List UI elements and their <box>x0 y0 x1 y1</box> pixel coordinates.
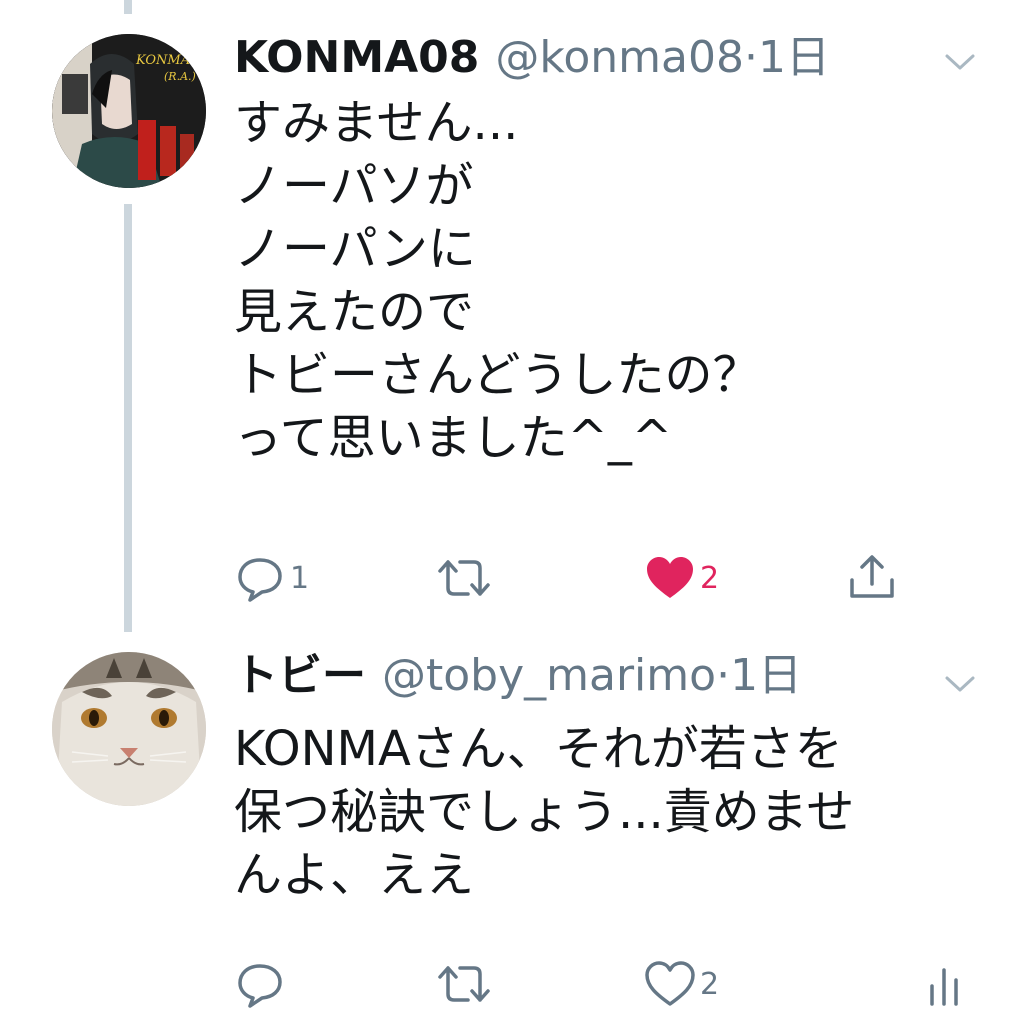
like-count: 2 <box>700 560 720 596</box>
tweet-konma08[interactable]: KONMA (R.A.) KONMA08 @konma08·1日 すみません...… <box>0 0 1024 640</box>
display-name[interactable]: KONMA08 <box>234 32 479 83</box>
header-separator: · <box>716 650 731 701</box>
retweet-button[interactable] <box>434 548 494 608</box>
avatar-toby-marimo[interactable] <box>52 652 206 806</box>
tweet-actions: 1 2 <box>234 548 974 608</box>
tweet-text-line: 見えたので <box>234 284 475 340</box>
user-handle[interactable]: @toby_marimo <box>382 650 716 701</box>
tweet-menu-button[interactable] <box>942 670 978 698</box>
share-icon <box>850 555 894 598</box>
tweet-header: トビー @toby_marimo·1日 <box>234 648 802 704</box>
avatar-cat-image <box>52 652 206 806</box>
retweet-icon <box>438 560 490 596</box>
tweet-toby-marimo[interactable]: トビー @toby_marimo·1日 KONMAさん、それが若さを 保つ秘訣でし… <box>0 640 1024 1012</box>
header-separator: · <box>743 32 758 83</box>
analytics-button[interactable] <box>924 954 964 1014</box>
tweet-actions: 2 <box>234 954 974 1014</box>
tweet-menu-button[interactable] <box>942 48 978 76</box>
like-button[interactable]: 2 <box>644 954 719 1014</box>
timestamp[interactable]: 1日 <box>758 32 830 83</box>
heart-outline-icon <box>645 961 695 1006</box>
analytics-icon <box>930 968 958 1006</box>
display-name[interactable]: トビー <box>234 650 366 701</box>
avatar-logo-text: KONMA <box>135 53 190 68</box>
reply-button[interactable]: 1 <box>234 548 309 608</box>
avatar-logo-subtext: (R.A.) <box>164 70 196 83</box>
share-button[interactable] <box>846 548 898 608</box>
tweet-text-line: すみません... <box>234 95 519 151</box>
tweet-text-line: 保つ秘訣でしょう...責めませ <box>234 784 855 840</box>
like-count: 2 <box>700 966 720 1002</box>
heart-filled-icon <box>647 557 693 598</box>
tweet-text-line: ノーパンに <box>234 221 476 277</box>
tweet-text-line: トビーさんどうしたの？ <box>234 347 761 403</box>
tweet-text-line: ノーパソが <box>234 158 474 214</box>
reply-icon <box>238 964 282 1008</box>
tweet-text-line: KONMAさん、それが若さを <box>234 721 843 777</box>
tweet-header: KONMA08 @konma08·1日 <box>234 30 830 86</box>
reply-icon <box>238 558 282 602</box>
avatar-konma08[interactable]: KONMA (R.A.) <box>52 34 206 188</box>
chevron-down-icon <box>945 54 975 70</box>
timestamp[interactable]: 1日 <box>730 650 802 701</box>
tweet-body: KONMAさん、それが若さを 保つ秘訣でしょう...責めませ んよ、ええ <box>234 718 994 907</box>
like-button[interactable]: 2 <box>644 548 719 608</box>
retweet-button[interactable] <box>434 954 494 1014</box>
tweet-text-line: んよ、ええ <box>234 847 475 903</box>
tweet-body: すみません... ノーパソが ノーパンに 見えたので トビーさんどうしたの？ っ… <box>234 92 994 470</box>
reply-count: 1 <box>290 560 310 596</box>
retweet-icon <box>438 966 490 1002</box>
tweet-text-line: って思いました^_^ <box>234 410 673 466</box>
chevron-down-icon <box>945 676 975 692</box>
user-handle[interactable]: @konma08 <box>495 32 744 83</box>
reply-button[interactable] <box>234 954 286 1014</box>
avatar-konma08-image: KONMA (R.A.) <box>52 34 206 188</box>
